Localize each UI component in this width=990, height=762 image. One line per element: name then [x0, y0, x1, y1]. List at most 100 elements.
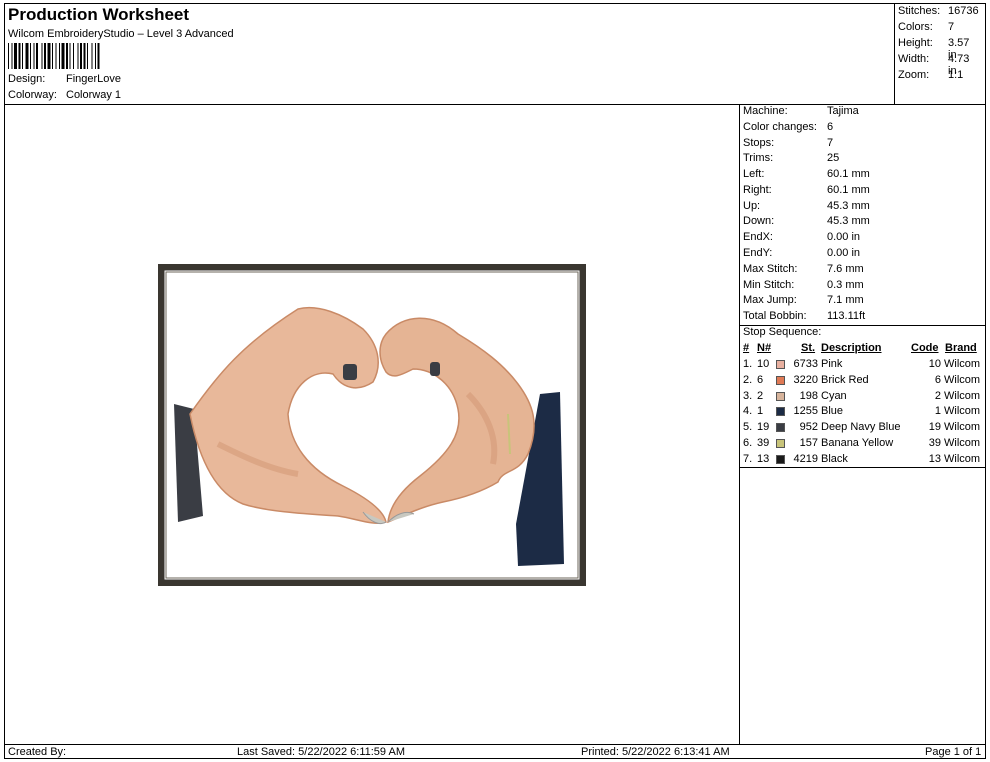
needle-number: 19 [757, 421, 770, 434]
barcode-bar [33, 43, 35, 69]
stop-sequence-row: 5. 19 952 Deep Navy Blue 19 Wilcom [743, 421, 987, 437]
color-description: Deep Navy Blue [821, 421, 901, 434]
border-bottom [4, 758, 986, 759]
color-swatch [776, 439, 785, 448]
info-value: 0.3 mm [827, 279, 864, 291]
color-code: 10 [928, 358, 941, 370]
colorway-value: Colorway 1 [66, 89, 122, 101]
color-code: 1 [934, 405, 941, 418]
barcode-bar [30, 43, 31, 69]
color-description: Banana Yellow [821, 437, 894, 449]
barcode-bar [47, 43, 51, 69]
design-value: FingerLove [66, 73, 122, 85]
needle-number: 2 [757, 389, 764, 402]
info-label: EndY: [743, 247, 773, 259]
info-label: Down: [743, 215, 775, 227]
needle-number: 13 [757, 452, 770, 465]
info-value: 60.1 mm [827, 168, 870, 180]
footer-page: Page 1 of 1 [925, 746, 982, 758]
border-left [4, 3, 5, 759]
barcode-bar [80, 43, 82, 69]
info-label: Max Stitch: [743, 263, 798, 275]
summary-label: Width: [898, 53, 930, 65]
summary-value: 16736 [948, 5, 979, 17]
color-swatch [776, 391, 785, 401]
thread-brand: Wilcom [944, 358, 981, 370]
footer-last-saved: Last Saved: 5/22/2022 6:11:59 AM [237, 746, 405, 758]
seq-number: 5. [743, 421, 753, 434]
barcode-bar [91, 43, 93, 69]
info-value: 0.00 in [827, 247, 861, 259]
info-label: Min Stitch: [743, 279, 795, 291]
barcode-bar [77, 43, 79, 69]
thread-brand: Wilcom [944, 389, 981, 402]
seq-number: 3. [743, 389, 753, 402]
col-header-n: N# [757, 342, 772, 354]
stitch-count: 952 [799, 421, 818, 434]
barcode [8, 43, 100, 69]
col-header-st: St. [801, 342, 816, 354]
color-swatch [776, 375, 785, 385]
col-header-code: Code [911, 342, 939, 354]
info-value: 25 [827, 152, 840, 164]
barcode-bar [14, 43, 17, 69]
info-label: Right: [743, 184, 772, 196]
thread-brand: Wilcom [944, 405, 981, 418]
color-description: Black [821, 452, 848, 465]
color-code: 19 [928, 421, 941, 434]
info-panel-divider [739, 104, 740, 745]
barcode-bar [11, 43, 13, 69]
color-description: Brick Red [821, 373, 869, 386]
info-value: 6 [827, 121, 834, 133]
barcode-bar [44, 43, 46, 69]
info-label: Max Jump: [743, 294, 797, 306]
color-description: Cyan [821, 389, 847, 402]
stop-sequence-row: 3. 2 198 Cyan 2 Wilcom [743, 390, 987, 406]
stop-sequence-row: 2. 6 3220 Brick Red 6 Wilcom [743, 374, 987, 390]
seq-number: 7. [743, 452, 753, 465]
stop-sequence-row: 4. 1 1255 Blue 1 Wilcom [743, 405, 987, 421]
stitch-count: 1255 [793, 405, 818, 418]
thread-brand: Wilcom [944, 421, 981, 434]
needle-number: 39 [757, 437, 770, 449]
software-subtitle: Wilcom EmbroideryStudio – Level 3 Advanc… [8, 28, 234, 40]
barcode-bar [69, 43, 71, 69]
summary-label: Zoom: [898, 69, 930, 81]
info-label: Color changes: [743, 121, 817, 133]
design-label: Design: [8, 73, 46, 85]
barcode-bar [59, 43, 60, 69]
summary-value: 7 [948, 21, 955, 33]
right-thumbnail-shadow [430, 362, 440, 376]
barcode-bar [22, 43, 23, 69]
color-code: 2 [934, 389, 941, 402]
color-code: 6 [934, 373, 941, 386]
barcode-bar [8, 43, 9, 69]
seq-number: 2. [743, 373, 753, 386]
stop-sequence-row: 1. 10 6733 Pink 10 Wilcom [743, 358, 987, 374]
info-label: Machine: [743, 105, 788, 117]
stop-sequence-row: 6. 39 157 Banana Yellow 39 Wilcom [743, 437, 987, 453]
barcode-bar [73, 43, 74, 69]
col-header-description: Description [821, 342, 882, 354]
barcode-bar [41, 43, 43, 69]
footer-created-by: Created By: [8, 746, 67, 758]
info-label: Up: [743, 200, 761, 212]
barcode-bar [52, 43, 53, 69]
color-description: Blue [821, 405, 844, 418]
col-header-num: # [743, 342, 750, 354]
barcode-bar [66, 43, 68, 69]
thread-brand: Wilcom [944, 452, 981, 465]
barcode-bar [95, 43, 96, 69]
color-swatch [776, 407, 785, 417]
color-code: 13 [928, 452, 941, 465]
info-label: Trims: [743, 152, 774, 164]
info-value: 0.00 in [827, 231, 861, 243]
seq-number: 1. [743, 358, 753, 370]
page-title: Production Worksheet [8, 5, 190, 24]
info-label: Stops: [743, 137, 775, 149]
barcode-bar [25, 43, 29, 69]
needle-number: 1 [757, 405, 764, 418]
info-value: 45.3 mm [827, 200, 870, 212]
color-swatch [776, 423, 785, 433]
thread-brand: Wilcom [944, 437, 981, 449]
